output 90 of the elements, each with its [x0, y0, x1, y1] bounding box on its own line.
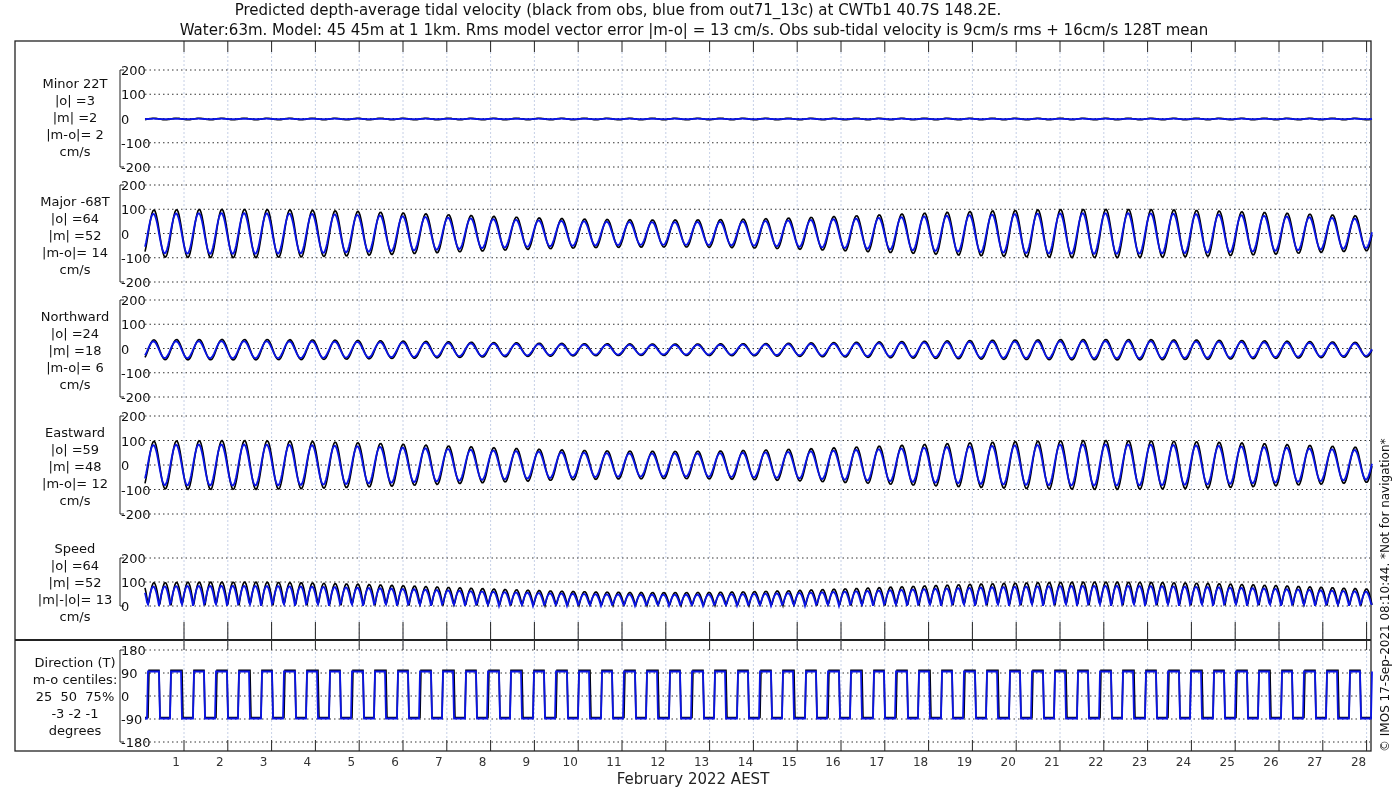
panel-title: Northward [40, 309, 110, 324]
y-tick-label: -100 [121, 250, 151, 266]
y-tick-label: 100 [121, 202, 146, 218]
y-tick-label: -200 [121, 390, 151, 405]
x-tick-label: 11 [606, 755, 622, 769]
y-tick-label: -90 [121, 712, 143, 727]
panel-stat: |o| =59 [50, 442, 100, 457]
x-tick-label: 16 [825, 755, 841, 769]
x-tick-label: 15 [781, 755, 797, 769]
y-tick-label: 100 [121, 317, 146, 333]
x-tick-label: 20 [1000, 755, 1016, 769]
panel-title: Speed [54, 541, 96, 556]
x-tick-label: 25 [1219, 755, 1235, 769]
panel-stat: cm/s [59, 377, 91, 392]
x-tick-label: 28 [1350, 755, 1367, 769]
panel-stat: degrees [48, 723, 102, 738]
y-tick-label: 90 [121, 666, 138, 681]
copyright-note: © IMOS 17-Sep-2021 08:10:44. *Not for navigation* [1378, 438, 1392, 752]
panel-stat: cm/s [59, 609, 91, 624]
y-tick-label: 0 [121, 341, 130, 357]
y-tick-label: 0 [121, 689, 130, 704]
panel-stat: |m| =52 [48, 575, 102, 590]
x-tick-label: 17 [869, 755, 885, 769]
chart-title: Water:63m. Model: 45 45m at 1 1km. Rms model vector error |m-o| = 13 cm/s. Obs sub-tidal velocity is 9cm/s rms + 16cm/s 128T mean [179, 21, 1209, 39]
y-tick-label: -100 [121, 135, 151, 151]
x-tick-label: 21 [1044, 755, 1060, 769]
panel-stat: cm/s [59, 144, 91, 159]
panel-stat: |o| =24 [50, 326, 100, 341]
y-tick-label: 100 [121, 87, 146, 103]
panel-stat: |m-o|= 2 [46, 127, 104, 142]
panel-stat: |o| =3 [55, 93, 95, 108]
x-tick-label: 24 [1175, 755, 1192, 769]
y-tick-label: -100 [121, 365, 151, 381]
x-tick-label: 27 [1307, 755, 1323, 769]
panel-stat: |o| =64 [50, 211, 100, 226]
y-tick-label: 200 [121, 178, 146, 193]
x-tick-label: 9 [522, 755, 531, 769]
y-tick-label: 100 [121, 433, 146, 449]
panel-title: Direction (T) [34, 655, 116, 670]
y-tick-label: -200 [121, 507, 151, 522]
y-tick-label: 200 [121, 63, 146, 78]
x-tick-label: 4 [303, 755, 312, 769]
y-tick-label: 0 [121, 111, 130, 127]
panel-stat: cm/s [59, 262, 91, 277]
panel-title: Eastward [45, 425, 105, 440]
panel-stat: 25 50 75% [35, 689, 115, 704]
x-tick-label: 26 [1263, 755, 1279, 769]
x-axis-label: February 2022 AEST [616, 770, 770, 788]
panel-stat: |m|-|o|= 13 [37, 592, 113, 607]
y-tick-label: 200 [121, 551, 146, 566]
x-tick-label: 14 [737, 755, 754, 769]
x-tick-label: 10 [562, 755, 578, 769]
y-tick-label: 0 [121, 458, 130, 473]
y-tick-label: 180 [121, 643, 146, 658]
x-tick-label: 12 [650, 755, 666, 769]
x-tick-label: 8 [478, 755, 487, 769]
x-tick-label: 22 [1088, 755, 1104, 769]
y-tick-label: -200 [121, 275, 151, 290]
panel-title: Major -68T [40, 194, 110, 209]
panel-stat: |m| =48 [48, 459, 102, 474]
panel-stat: |m-o|= 14 [42, 245, 108, 260]
y-tick-label: -100 [121, 482, 151, 498]
panel-stat: |m| =52 [48, 228, 102, 243]
panel-stat: |m| =2 [52, 110, 98, 125]
x-tick-label: 6 [391, 755, 399, 769]
panel-stat: cm/s [59, 493, 91, 508]
y-tick-label: 100 [121, 575, 146, 590]
y-tick-label: 200 [121, 409, 146, 424]
x-tick-label: 23 [1131, 755, 1148, 769]
chart-title: Predicted depth-average tidal velocity (black from obs, blue from out71_13c) at CWTb1 40.7S 148.2E. [234, 1, 1002, 19]
panel-stat: |m| =18 [48, 343, 102, 358]
y-tick-label: 0 [121, 226, 130, 242]
panel-title: Minor 22T [42, 76, 108, 91]
panel-stat: |m-o|= 12 [42, 476, 108, 491]
x-tick-label: 1 [172, 755, 180, 769]
x-tick-label: 5 [347, 755, 355, 769]
panel-stat: |m-o|= 6 [46, 360, 104, 375]
y-tick-label: -200 [121, 160, 151, 175]
x-tick-label: 18 [912, 755, 929, 769]
x-tick-label: 7 [435, 755, 443, 769]
y-tick-label: 0 [121, 599, 130, 614]
y-tick-label: 200 [121, 293, 146, 308]
x-tick-label: 13 [693, 755, 710, 769]
x-tick-label: 3 [259, 755, 268, 769]
y-tick-label: -180 [121, 735, 151, 750]
x-tick-label: 2 [216, 755, 224, 769]
panel-stat: m-o centiles: [32, 672, 118, 687]
panel-stat: |o| =64 [50, 558, 100, 573]
x-tick-label: 19 [956, 755, 973, 769]
panel-stat: -3 -2 -1 [51, 706, 99, 721]
